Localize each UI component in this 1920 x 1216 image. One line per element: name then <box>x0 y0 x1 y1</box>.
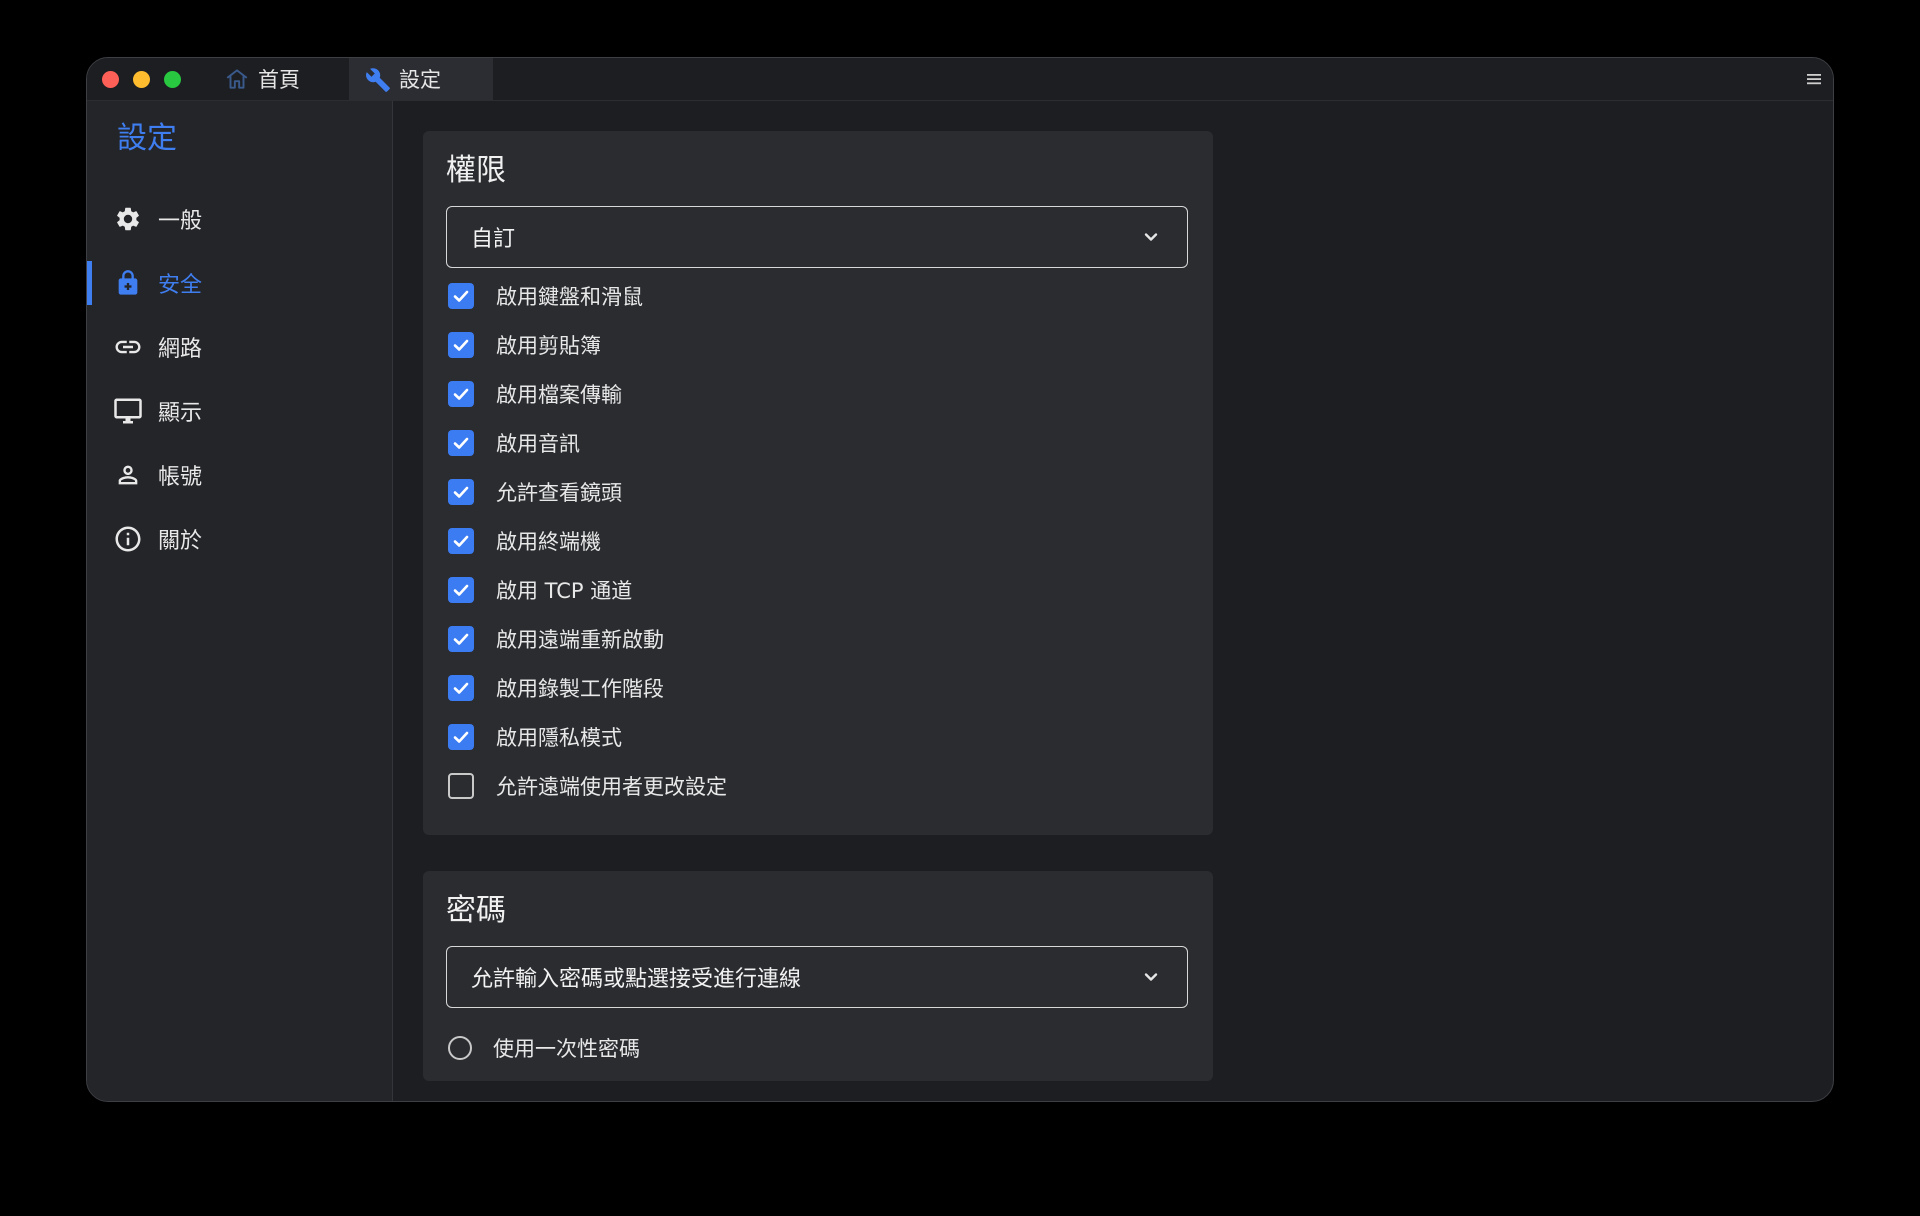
tab-settings-label: 設定 <box>399 68 441 92</box>
link-icon <box>113 332 143 362</box>
settings-content: 權限 自訂 啟用鍵盤和滑鼠 啟用剪貼簿 啟用檔案傳輸 啟用音訊 允許查看鏡頭 啟… <box>393 101 1833 1101</box>
permissions-card: 權限 自訂 啟用鍵盤和滑鼠 啟用剪貼簿 啟用檔案傳輸 啟用音訊 允許查看鏡頭 啟… <box>423 131 1213 835</box>
sidebar-item-label: 帳號 <box>158 465 203 490</box>
checkbox[interactable] <box>448 332 474 358</box>
option-one-time-password[interactable]: 使用一次性密碼 <box>448 1031 640 1065</box>
password-mode-value: 允許輸入密碼或點選接受進行連線 <box>471 967 802 992</box>
sidebar-item-label: 顯示 <box>158 401 203 426</box>
sidebar-item-network[interactable]: 網路 <box>87 323 392 371</box>
option-label: 啟用剪貼簿 <box>496 334 601 358</box>
password-card: 密碼 允許輸入密碼或點選接受進行連線 使用一次性密碼 <box>423 871 1213 1081</box>
checkbox[interactable] <box>448 675 474 701</box>
permission-preset-select[interactable]: 自訂 <box>446 206 1188 268</box>
option-label: 使用一次性密碼 <box>493 1037 640 1061</box>
tab-home-label: 首頁 <box>258 68 300 92</box>
option-label: 啟用鍵盤和滑鼠 <box>496 285 643 309</box>
option-label: 啟用終端機 <box>496 530 601 554</box>
option-label: 啟用檔案傳輸 <box>496 383 622 407</box>
option-clipboard[interactable]: 啟用剪貼簿 <box>448 328 601 362</box>
sidebar-title: 設定 <box>117 121 177 156</box>
sidebar-item-security[interactable]: 安全 <box>87 259 392 307</box>
permission-preset-value: 自訂 <box>471 227 516 252</box>
option-audio[interactable]: 啟用音訊 <box>448 426 580 460</box>
permissions-title: 權限 <box>446 153 506 188</box>
sidebar-item-display[interactable]: 顯示 <box>87 387 392 435</box>
sidebar-item-account[interactable]: 帳號 <box>87 451 392 499</box>
sidebar: 設定 一般 安全 網路 顯示 帳號 關於 <box>87 101 393 1101</box>
gear-icon <box>113 204 143 234</box>
sidebar-item-about[interactable]: 關於 <box>87 515 392 563</box>
checkbox[interactable] <box>448 773 474 799</box>
option-record-session[interactable]: 啟用錄製工作階段 <box>448 671 664 705</box>
chevron-down-icon <box>1141 227 1161 247</box>
option-remote-restart[interactable]: 啟用遠端重新啟動 <box>448 622 664 656</box>
option-label: 啟用遠端重新啟動 <box>496 628 664 652</box>
option-keyboard-mouse[interactable]: 啟用鍵盤和滑鼠 <box>448 279 643 313</box>
checkbox[interactable] <box>448 528 474 554</box>
tab-home[interactable]: 首頁 <box>208 58 344 100</box>
option-file-transfer[interactable]: 啟用檔案傳輸 <box>448 377 622 411</box>
checkbox[interactable] <box>448 479 474 505</box>
checkbox[interactable] <box>448 381 474 407</box>
option-tcp-tunnel[interactable]: 啟用 TCP 通道 <box>448 573 632 607</box>
chevron-down-icon <box>1141 967 1161 987</box>
person-icon <box>113 460 143 490</box>
password-mode-select[interactable]: 允許輸入密碼或點選接受進行連線 <box>446 946 1188 1008</box>
wrench-icon <box>365 66 391 92</box>
option-label: 啟用音訊 <box>496 432 580 456</box>
close-window-button[interactable] <box>102 71 119 88</box>
checkbox[interactable] <box>448 577 474 603</box>
monitor-icon <box>113 396 143 426</box>
checkbox[interactable] <box>448 430 474 456</box>
menu-icon[interactable] <box>1805 70 1823 88</box>
sidebar-item-label: 安全 <box>158 273 203 298</box>
info-icon <box>113 524 143 554</box>
password-title: 密碼 <box>446 893 506 928</box>
sidebar-item-label: 關於 <box>158 529 203 554</box>
tab-settings[interactable]: 設定 <box>349 58 493 100</box>
sidebar-item-general[interactable]: 一般 <box>87 195 392 243</box>
option-label: 啟用錄製工作階段 <box>496 677 664 701</box>
title-bar: 首頁 設定 <box>87 58 1833 101</box>
option-label: 允許查看鏡頭 <box>496 481 622 505</box>
option-label: 允許遠端使用者更改設定 <box>496 775 727 799</box>
sidebar-item-label: 網路 <box>158 337 203 362</box>
option-label: 啟用隱私模式 <box>496 726 622 750</box>
option-privacy-mode[interactable]: 啟用隱私模式 <box>448 720 622 754</box>
sidebar-item-label: 一般 <box>158 209 203 234</box>
home-icon <box>224 66 250 92</box>
option-remote-change-settings[interactable]: 允許遠端使用者更改設定 <box>448 769 727 803</box>
option-camera[interactable]: 允許查看鏡頭 <box>448 475 622 509</box>
checkbox[interactable] <box>448 283 474 309</box>
checkbox[interactable] <box>448 724 474 750</box>
radio-button[interactable] <box>448 1036 472 1060</box>
maximize-window-button[interactable] <box>164 71 181 88</box>
lock-icon <box>113 268 143 298</box>
option-label: 啟用 TCP 通道 <box>496 579 633 603</box>
option-terminal[interactable]: 啟用終端機 <box>448 524 601 558</box>
checkbox[interactable] <box>448 626 474 652</box>
minimize-window-button[interactable] <box>133 71 150 88</box>
app-window: 首頁 設定 設定 一般 安全 網路 顯示 帳號 關於 權限 自訂 啟用鍵盤和滑鼠… <box>86 57 1834 1102</box>
